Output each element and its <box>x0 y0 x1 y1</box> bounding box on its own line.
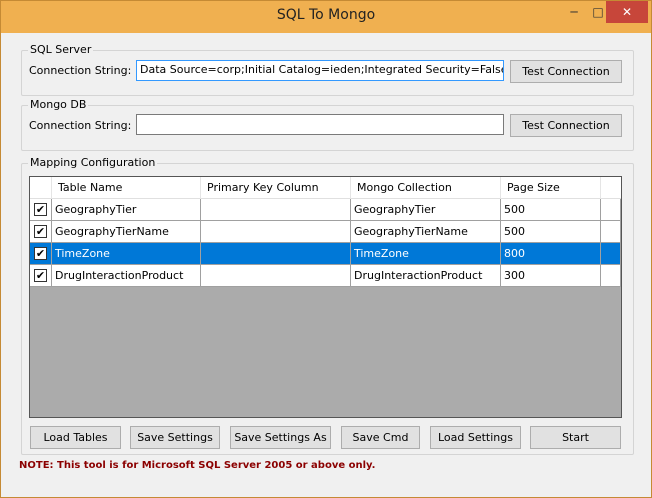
cell-filler <box>601 243 621 265</box>
cell-primary-key[interactable] <box>201 199 351 221</box>
sql-conn-label: Connection String: <box>29 64 132 77</box>
app-window: SQL To Mongo ─ □ ✕ SQL Server Connection… <box>0 0 652 498</box>
mapping-grid[interactable]: Table Name Primary Key Column Mongo Coll… <box>29 176 622 418</box>
save-settings-button[interactable]: Save Settings <box>130 426 220 449</box>
col-header-table-name[interactable]: Table Name <box>52 177 201 199</box>
title-bar[interactable]: SQL To Mongo ─ □ ✕ <box>1 1 651 33</box>
mongo-db-group: Mongo DB Connection String: Test Connect… <box>21 98 634 151</box>
mapping-config-group-label: Mapping Configuration <box>28 156 158 169</box>
cell-page-size[interactable]: 500 <box>501 221 601 243</box>
grid-header-check <box>30 177 52 199</box>
cell-table-name[interactable]: DrugInteractionProduct <box>52 265 201 287</box>
cell-primary-key[interactable] <box>201 221 351 243</box>
sql-test-connection-button[interactable]: Test Connection <box>510 60 622 83</box>
requirements-note: NOTE: This tool is for Microsoft SQL Ser… <box>19 460 376 471</box>
row-checkbox[interactable]: ✔ <box>34 203 47 216</box>
save-settings-as-button[interactable]: Save Settings As <box>230 426 331 449</box>
cell-mongo-collection[interactable]: TimeZone <box>351 243 501 265</box>
load-settings-button[interactable]: Load Settings <box>430 426 521 449</box>
col-header-mongo-collection[interactable]: Mongo Collection <box>351 177 501 199</box>
cell-checkbox: ✔ <box>30 199 52 221</box>
cell-page-size[interactable]: 500 <box>501 199 601 221</box>
cell-page-size[interactable]: 800 <box>501 243 601 265</box>
cell-checkbox: ✔ <box>30 265 52 287</box>
cell-filler <box>601 199 621 221</box>
cell-mongo-collection[interactable]: DrugInteractionProduct <box>351 265 501 287</box>
table-row[interactable]: ✔ GeographyTierName GeographyTierName 500 <box>30 221 621 243</box>
start-button[interactable]: Start <box>530 426 621 449</box>
cell-table-name[interactable]: TimeZone <box>52 243 201 265</box>
row-checkbox[interactable]: ✔ <box>34 247 47 260</box>
cell-mongo-collection[interactable]: GeographyTierName <box>351 221 501 243</box>
mongo-test-connection-button[interactable]: Test Connection <box>510 114 622 137</box>
table-row[interactable]: ✔ TimeZone TimeZone 800 <box>30 243 621 265</box>
grid-header: Table Name Primary Key Column Mongo Coll… <box>30 177 621 199</box>
col-header-primary-key[interactable]: Primary Key Column <box>201 177 351 199</box>
cell-filler <box>601 221 621 243</box>
sql-server-group-label: SQL Server <box>28 43 94 56</box>
close-icon[interactable]: ✕ <box>606 1 648 23</box>
cell-page-size[interactable]: 300 <box>501 265 601 287</box>
row-checkbox[interactable]: ✔ <box>34 225 47 238</box>
cell-table-name[interactable]: GeographyTierName <box>52 221 201 243</box>
cell-table-name[interactable]: GeographyTier <box>52 199 201 221</box>
cell-checkbox: ✔ <box>30 221 52 243</box>
save-cmd-button[interactable]: Save Cmd <box>341 426 420 449</box>
client-area: SQL Server Connection String: Data Sourc… <box>9 33 643 491</box>
sql-connection-input[interactable]: Data Source=corp;Initial Catalog=ieden;I… <box>136 60 504 81</box>
window-title: SQL To Mongo <box>276 7 376 23</box>
cell-mongo-collection[interactable]: GeographyTier <box>351 199 501 221</box>
minimize-icon[interactable]: ─ <box>561 1 587 23</box>
mongo-db-group-label: Mongo DB <box>28 98 89 111</box>
cell-primary-key[interactable] <box>201 243 351 265</box>
mongo-conn-label: Connection String: <box>29 119 132 132</box>
load-tables-button[interactable]: Load Tables <box>30 426 121 449</box>
table-row[interactable]: ✔ GeographyTier GeographyTier 500 <box>30 199 621 221</box>
table-row[interactable]: ✔ DrugInteractionProduct DrugInteractionPr… <box>30 265 621 287</box>
col-header-filler <box>601 177 621 199</box>
cell-checkbox: ✔ <box>30 243 52 265</box>
mongo-connection-input[interactable] <box>136 114 504 135</box>
cell-primary-key[interactable] <box>201 265 351 287</box>
cell-filler <box>601 265 621 287</box>
col-header-page-size[interactable]: Page Size <box>501 177 601 199</box>
row-checkbox[interactable]: ✔ <box>34 269 47 282</box>
sql-server-group: SQL Server Connection String: Data Sourc… <box>21 43 634 96</box>
